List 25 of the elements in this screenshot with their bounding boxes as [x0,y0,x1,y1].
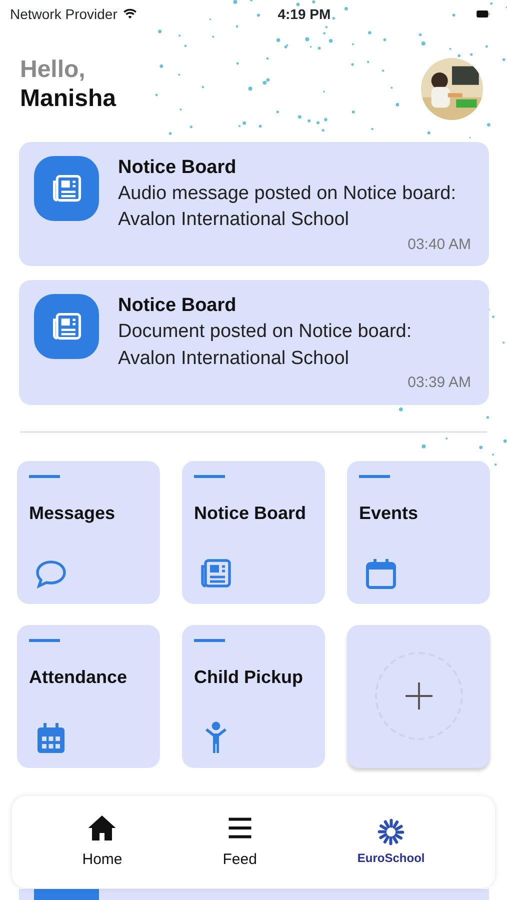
greeting-text: Hello, [20,56,86,85]
carrier-name: Network Provider [10,4,118,24]
module-tile[interactable]: Notice Board [182,460,325,604]
status-time: 4:19 PM [278,4,331,24]
notification-time: 03:39 AM [408,374,471,392]
tile-label: Events [359,502,420,525]
notification-title: Notice Board [118,294,238,318]
module-tile[interactable]: Messages [17,460,160,604]
tile-label: Child Pickup [194,666,304,689]
notification-card[interactable]: Notice Board Document posted on Notice board: Avalon International School 03:39 AM [19,280,489,405]
module-tile[interactable]: Attendance [17,624,160,768]
module-tile[interactable]: Child Pickup [182,624,325,768]
notification-message: Audio message posted on Notice board: Avalon International School [118,182,457,232]
notification-message: Document posted on Notice board: Avalon International School [118,320,413,371]
user-name: Manisha [20,84,116,114]
logo-button[interactable]: EuroSchool [357,817,425,867]
notification-time: 03:40 AM [408,236,471,253]
nav-tab[interactable]: Feed [222,812,257,872]
tile-label: Notice Board [194,502,308,525]
tile-label: Attendance [29,666,128,689]
tile-label: Messages [29,502,116,525]
module-tile[interactable]: Events [347,460,490,604]
notification-card[interactable]: Notice Board Audio message posted on Notice board: Avalon International School 03:40 AM [19,142,489,266]
nav-tab[interactable]: Home [82,812,122,872]
notification-title: Notice Board [118,156,238,180]
